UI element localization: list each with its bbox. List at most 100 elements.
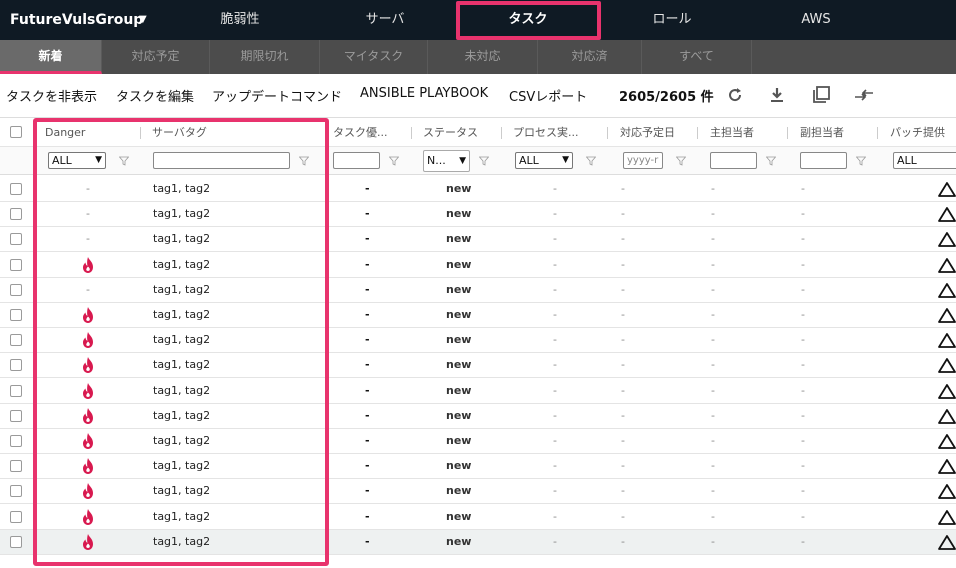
- priority-filter-input[interactable]: [333, 152, 380, 169]
- col-process[interactable]: プロセス実...: [513, 118, 599, 147]
- col-task-priority[interactable]: タスク優...: [333, 118, 403, 147]
- col-main-assignee[interactable]: 主担当者: [710, 118, 790, 147]
- table-row[interactable]: tag1, tag2 - new - - - -: [0, 252, 956, 278]
- tab-new[interactable]: 新着: [0, 40, 102, 74]
- process-cell: -: [553, 333, 557, 347]
- table-row[interactable]: tag1, tag2 - new - - - -: [0, 454, 956, 480]
- row-checkbox[interactable]: [10, 535, 22, 548]
- process-filter-select[interactable]: ALL ▼: [515, 152, 573, 169]
- tab-my-tasks[interactable]: マイタスク: [320, 40, 428, 74]
- filter-icon[interactable]: [586, 156, 596, 166]
- table-row[interactable]: tag1, tag2 - new - - - -: [0, 529, 956, 555]
- row-checkbox[interactable]: [10, 233, 22, 246]
- hide-tasks-button[interactable]: タスクを非表示: [6, 86, 97, 105]
- patch-filter-select[interactable]: ALL: [893, 152, 956, 169]
- fire-icon: [80, 432, 96, 450]
- table-row[interactable]: tag1, tag2 - new - - - -: [0, 328, 956, 354]
- table-row[interactable]: tag1, tag2 - new - - - -: [0, 403, 956, 429]
- server-tag-filter-input[interactable]: [153, 152, 290, 169]
- server-tag-cell: tag1, tag2: [153, 207, 211, 221]
- status-cell: new: [446, 333, 472, 347]
- fire-icon: [80, 508, 96, 526]
- row-checkbox[interactable]: [10, 183, 22, 195]
- fire-icon: [80, 407, 96, 425]
- row-checkbox[interactable]: [10, 258, 22, 271]
- server-tag-cell: tag1, tag2: [153, 182, 211, 195]
- row-checkbox[interactable]: [10, 384, 22, 397]
- nav-aws[interactable]: AWS: [766, 0, 866, 40]
- filter-icon[interactable]: [119, 156, 129, 166]
- due-date-cell: -: [621, 434, 625, 447]
- select-all-checkbox[interactable]: [10, 126, 22, 138]
- col-server-tag[interactable]: サーバタグ: [152, 118, 312, 147]
- danger-filter-select[interactable]: ALL ▼: [48, 152, 106, 169]
- status-filter-select[interactable]: N... ▼: [423, 150, 470, 172]
- tab-planned[interactable]: 対応予定: [102, 40, 210, 74]
- ansible-playbook-button[interactable]: ANSIBLE PLAYBOOK: [360, 86, 488, 101]
- row-checkbox[interactable]: [10, 435, 22, 447]
- highlight-box-nav: [456, 1, 601, 40]
- table-row[interactable]: tag1, tag2 - new - - - -: [0, 353, 956, 379]
- download-icon[interactable]: [766, 84, 788, 106]
- filter-icon[interactable]: [856, 156, 866, 166]
- row-checkbox[interactable]: [10, 359, 22, 372]
- filter-icon[interactable]: [676, 156, 686, 166]
- main-assignee-cell: -: [711, 257, 715, 271]
- main-assignee-cell: -: [711, 333, 715, 347]
- col-danger[interactable]: Danger: [45, 118, 135, 147]
- nav-roles[interactable]: ロール: [622, 0, 722, 40]
- tab-overdue[interactable]: 期限切れ: [210, 40, 320, 74]
- row-checkbox[interactable]: [10, 309, 22, 321]
- main-assignee-filter-input[interactable]: [710, 152, 757, 169]
- row-checkbox[interactable]: [10, 460, 22, 473]
- table-row[interactable]: - tag1, tag2 - new - - - -: [0, 277, 956, 303]
- server-tag-cell: tag1, tag2: [153, 408, 211, 422]
- refresh-icon[interactable]: [724, 84, 746, 106]
- due-date-cell: -: [621, 182, 625, 195]
- row-checkbox[interactable]: [10, 409, 22, 422]
- table-row[interactable]: - tag1, tag2 - new - - - -: [0, 177, 956, 202]
- col-patch[interactable]: パッチ提供: [890, 118, 956, 147]
- warning-triangle-icon: [938, 534, 956, 550]
- table-row[interactable]: - tag1, tag2 - new - - - -: [0, 227, 956, 253]
- col-due-date[interactable]: 対応予定日: [620, 118, 700, 147]
- tab-handled[interactable]: 対応済: [538, 40, 642, 74]
- tab-unhandled[interactable]: 未対応: [428, 40, 538, 74]
- filter-icon[interactable]: [299, 156, 309, 166]
- nav-servers[interactable]: サーバ: [335, 0, 435, 40]
- filter-icon[interactable]: [389, 156, 399, 166]
- filter-icon[interactable]: [766, 156, 776, 166]
- row-checkbox[interactable]: [10, 334, 22, 347]
- table-row[interactable]: tag1, tag2 - new - - - -: [0, 378, 956, 404]
- table-row[interactable]: tag1, tag2 - new - - - -: [0, 429, 956, 454]
- row-checkbox[interactable]: [10, 510, 22, 523]
- row-checkbox[interactable]: [10, 485, 22, 498]
- sub-assignee-filter-input[interactable]: [800, 152, 847, 169]
- due-date-filter-input[interactable]: yyyy-r: [623, 152, 663, 169]
- row-checkbox[interactable]: [10, 283, 22, 296]
- due-date-cell: -: [621, 282, 625, 296]
- process-cell: -: [553, 232, 557, 246]
- tab-all[interactable]: すべて: [642, 40, 752, 74]
- col-status[interactable]: ステータス: [423, 118, 503, 147]
- org-name[interactable]: FutureVulsGroup: [10, 0, 143, 40]
- table-row[interactable]: tag1, tag2 - new - - - -: [0, 479, 956, 505]
- fire-icon: [80, 382, 96, 400]
- col-sub-assignee[interactable]: 副担当者: [800, 118, 880, 147]
- server-tag-cell: tag1, tag2: [153, 534, 211, 548]
- table-row[interactable]: - tag1, tag2 - new - - - -: [0, 202, 956, 228]
- row-checkbox[interactable]: [10, 208, 22, 221]
- swap-icon[interactable]: [853, 84, 875, 106]
- table-row[interactable]: tag1, tag2 - new - - - -: [0, 303, 956, 328]
- filter-icon[interactable]: [479, 156, 489, 166]
- table-row[interactable]: tag1, tag2 - new - - - -: [0, 504, 956, 530]
- csv-report-button[interactable]: CSVレポート: [509, 86, 587, 105]
- status-cell: new: [446, 459, 472, 473]
- warning-triangle-icon: [938, 408, 956, 424]
- nav-vulnerabilities[interactable]: 脆弱性: [190, 0, 290, 40]
- edit-tasks-button[interactable]: タスクを編集: [116, 86, 194, 105]
- update-command-button[interactable]: アップデートコマンド: [212, 86, 342, 105]
- status-cell: new: [446, 484, 472, 498]
- copy-icon[interactable]: [810, 84, 832, 106]
- org-dropdown-icon[interactable]: ▼: [139, 0, 147, 40]
